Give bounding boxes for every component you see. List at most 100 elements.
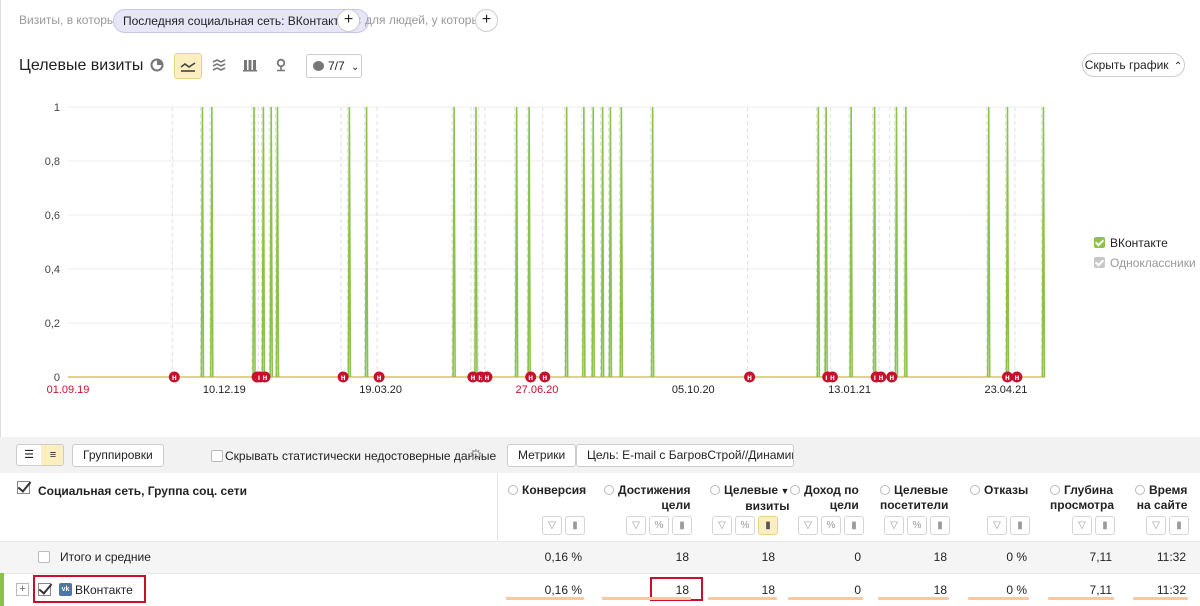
column-header-label-line2: цели xyxy=(661,498,691,512)
filter-icon[interactable]: ▽ xyxy=(884,516,904,535)
column-header-label: Целевые xyxy=(724,483,779,497)
highlight-box-vk xyxy=(33,575,146,603)
column-header-visitors[interactable]: Целевые посетители xyxy=(880,483,948,513)
tree-view-icon[interactable]: ≡ xyxy=(41,445,63,465)
pie-chart-icon[interactable] xyxy=(143,53,171,79)
sort-desc-icon[interactable]: ▼ xyxy=(778,486,790,496)
hide-stat-checkbox[interactable] xyxy=(211,450,223,462)
cell-reach: 18 xyxy=(675,583,689,597)
series-spike xyxy=(904,106,908,378)
percent-icon[interactable]: % xyxy=(821,516,841,535)
series-spike xyxy=(591,106,596,378)
filter-icon[interactable]: ▽ xyxy=(712,516,732,535)
list-view-icon[interactable]: ☰ xyxy=(17,445,41,465)
column-header-income[interactable]: Доход по цели xyxy=(790,483,859,513)
annotation-letter: н xyxy=(341,373,346,382)
info-icon[interactable] xyxy=(604,485,614,495)
filter-icon[interactable]: ▽ xyxy=(1146,516,1166,535)
series-spike xyxy=(894,106,899,378)
visits-line-chart: 1 0,8 0,6 0,4 0,2 001.09.19 10.12.19 19.03.20 27… xyxy=(45,102,1046,396)
cell-visits: 18 xyxy=(761,583,775,597)
comments-button[interactable]: 7/7 ⌄ xyxy=(306,54,362,78)
series-spike xyxy=(619,106,624,378)
goal-select[interactable]: Цель: E-mail с БагровСтрой//Динамика ⌄ xyxy=(576,444,794,467)
info-icon[interactable] xyxy=(880,485,890,495)
add-visit-condition-button[interactable]: + xyxy=(337,9,360,32)
cell-depth: 7,11 xyxy=(1089,550,1112,564)
series-spike xyxy=(261,106,266,378)
column-header-conv[interactable]: Конверсия xyxy=(508,483,586,498)
bar-chart-icon[interactable]: ▮ xyxy=(1169,516,1189,535)
info-icon[interactable] xyxy=(710,485,720,495)
info-icon[interactable] xyxy=(1050,485,1060,495)
add-user-condition-button[interactable]: + xyxy=(475,9,498,32)
area-chart-icon[interactable] xyxy=(205,53,233,79)
annotation-letter: н xyxy=(830,373,835,382)
comments-count: 7/7 xyxy=(328,59,345,73)
legend-label: ВКонтакте xyxy=(1110,236,1168,250)
bar-chart-icon[interactable]: ▮ xyxy=(930,516,950,535)
series-spike xyxy=(474,106,478,378)
bar-chart-icon[interactable] xyxy=(236,53,264,79)
column-header-visits[interactable]: Целевые ▼ визиты xyxy=(710,483,789,514)
hide-chart-button[interactable]: Скрыть график ⌃ xyxy=(1082,53,1185,77)
x-tick-label: 10.12.19 xyxy=(203,384,246,396)
annotation-letter: н xyxy=(172,373,177,382)
percent-icon[interactable]: % xyxy=(907,516,927,535)
dimension-header[interactable]: Социальная сеть, Группа соц. сети xyxy=(38,484,247,498)
series-spike xyxy=(275,106,280,378)
cell-bounce: 0 % xyxy=(1006,550,1027,564)
column-header-reach[interactable]: Достижения цели xyxy=(604,483,690,513)
info-icon[interactable] xyxy=(970,485,980,495)
filter-chip-vk[interactable]: Последняя социальная сеть: ВКонтакте × xyxy=(113,9,369,33)
filter-icon[interactable]: ▽ xyxy=(987,516,1007,535)
series-spike xyxy=(347,106,352,378)
value-bar xyxy=(1133,597,1188,600)
series-spike xyxy=(608,106,613,378)
series-spike xyxy=(200,106,205,378)
row-label-total: Итого и средние xyxy=(60,550,151,564)
series-spike xyxy=(872,106,877,378)
column-header-depth[interactable]: Глубина просмотра xyxy=(1050,483,1114,513)
x-tick-label: 13.01.21 xyxy=(828,384,871,396)
filter-icon[interactable]: ▽ xyxy=(798,516,818,535)
column-header-time[interactable]: Время на сайте xyxy=(1135,483,1187,513)
filter-icon[interactable]: ▽ xyxy=(626,516,646,535)
bar-chart-icon[interactable]: ▮ xyxy=(844,516,864,535)
filter-suffix: для людей, у которых xyxy=(365,13,487,27)
column-header-label: Целевые xyxy=(894,483,949,497)
chart-title: Целевые визиты xyxy=(19,57,144,74)
x-tick-label: 19.03.20 xyxy=(359,384,402,396)
info-icon[interactable] xyxy=(790,485,800,495)
bar-chart-icon[interactable]: ▮ xyxy=(1095,516,1115,535)
expand-row-button[interactable]: + xyxy=(16,583,29,596)
groupings-button[interactable]: Группировки xyxy=(72,444,164,467)
bar-chart-icon[interactable]: ▮ xyxy=(1010,516,1030,535)
percent-icon[interactable]: % xyxy=(735,516,755,535)
legend-item-ok[interactable]: Одноклассники xyxy=(1094,256,1196,270)
bar-chart-icon[interactable]: ▮ xyxy=(565,516,585,535)
map-pin-icon[interactable] xyxy=(267,53,295,79)
line-chart-icon[interactable] xyxy=(174,53,202,79)
filter-icon[interactable]: ▽ xyxy=(542,516,562,535)
metrics-button[interactable]: Метрики xyxy=(507,444,577,467)
column-header-label-line2: посетители xyxy=(880,498,949,512)
bar-chart-icon[interactable]: ▮ xyxy=(758,516,778,535)
checkbox-icon xyxy=(1094,257,1105,268)
gear-icon[interactable]: ⚙ xyxy=(469,446,482,464)
segment-filter-row: Визиты, в которых Последняя социальная с… xyxy=(0,0,1200,42)
y-tick-label: 0 xyxy=(54,372,60,384)
column-header-label: Доход по xyxy=(804,483,859,497)
percent-icon[interactable]: % xyxy=(649,516,669,535)
chevron-down-icon: ⌄ xyxy=(351,62,360,73)
series-spike xyxy=(252,106,256,378)
column-header-bounce[interactable]: Отказы xyxy=(970,483,1028,498)
legend-item-vk[interactable]: ВКонтакте xyxy=(1094,236,1168,250)
y-tick-label: 0,8 xyxy=(45,156,60,168)
select-all-checkbox[interactable] xyxy=(17,481,30,494)
row-checkbox[interactable] xyxy=(38,551,50,563)
info-icon[interactable] xyxy=(1135,485,1145,495)
bar-chart-icon[interactable]: ▮ xyxy=(672,516,692,535)
filter-icon[interactable]: ▽ xyxy=(1072,516,1092,535)
info-icon[interactable] xyxy=(508,485,518,495)
